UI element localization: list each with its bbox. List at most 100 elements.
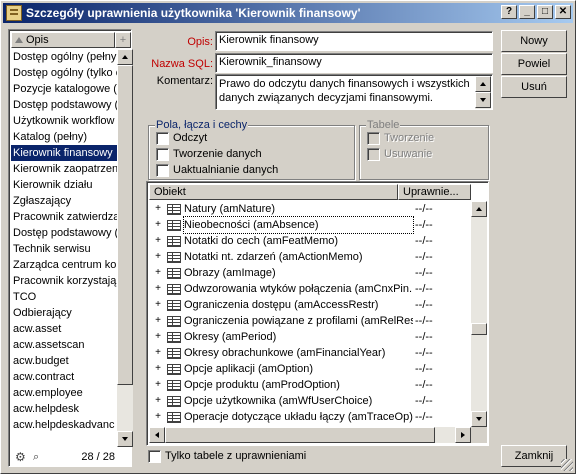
rights-column-header[interactable]: Uprawnie... xyxy=(398,184,471,200)
only-tables-with-rights-checkbox[interactable]: Tylko tabele z uprawnieniami xyxy=(148,449,306,463)
list-item[interactable]: Dostęp podstawowy ( xyxy=(11,225,117,241)
list-item[interactable]: acw.assetscan xyxy=(11,337,117,353)
list-item[interactable]: Dostęp ogólny (pełny xyxy=(11,49,117,65)
expand-icon[interactable]: + xyxy=(149,281,167,297)
list-item[interactable]: Użytkownik workflow xyxy=(11,113,117,129)
maximize-button[interactable]: □ xyxy=(537,5,553,19)
list-item[interactable]: acw.helpdesk xyxy=(11,401,117,417)
expand-icon[interactable]: + xyxy=(149,265,167,281)
tree-row[interactable]: + Okresy (amPeriod) --/-- xyxy=(149,329,471,345)
tree-row-name: Operacje dotyczące układu łączy (amTrace… xyxy=(184,411,413,423)
delete-button[interactable]: Usuń xyxy=(501,76,567,98)
tree-row[interactable]: + Opcje użytkownika (amWfUserChoice) --/-- xyxy=(149,393,471,409)
tree-scroll-down[interactable] xyxy=(471,411,487,427)
expand-icon[interactable]: + xyxy=(149,329,167,345)
description-field[interactable]: Kierownik finansowy xyxy=(215,31,493,51)
tree-scroll-thumb[interactable] xyxy=(471,323,487,335)
tree-rows[interactable]: + Natury (amNature) --/-- + Nieobecności (am… xyxy=(149,201,471,427)
list-item[interactable]: Kierownik finansowy xyxy=(11,145,117,161)
title-bar[interactable]: Szczegóły uprawnienia użytkownika 'Kiero… xyxy=(3,3,573,23)
close-button[interactable]: Zamknij xyxy=(501,445,567,467)
list-item[interactable]: Pracownik korzystają xyxy=(11,273,117,289)
tree-scroll-right[interactable] xyxy=(455,427,471,443)
tree-row[interactable]: + Notatki nt. zdarzeń (amActionMemo) --/-- xyxy=(149,249,471,265)
object-column-header[interactable]: Obiekt xyxy=(149,184,398,200)
tree-row[interactable]: + Okresy obrachunkowe (amFinancialYear) --… xyxy=(149,345,471,361)
tree-row[interactable]: + Operacje dotyczące układu łączy (amTrac… xyxy=(149,409,471,425)
read-checkbox[interactable]: Odczyt xyxy=(156,131,207,145)
scroll-down-button[interactable] xyxy=(117,431,133,447)
tree-scroll-left[interactable] xyxy=(149,427,165,443)
expand-icon[interactable]: + xyxy=(149,409,167,425)
list-item[interactable]: Kierownik działu xyxy=(11,177,117,193)
expand-icon[interactable]: + xyxy=(149,201,167,217)
tree-row[interactable]: + Notatki do cech (amFeatMemo) --/-- xyxy=(149,233,471,249)
list-item[interactable]: Technik serwisu xyxy=(11,241,117,257)
tree-row[interactable]: + Nieobecności (amAbsence) --/-- xyxy=(149,216,471,234)
comment-scroll-up[interactable] xyxy=(475,76,491,92)
list-item[interactable]: acw.employee xyxy=(11,385,117,401)
refresh-icon[interactable]: ⚙ xyxy=(15,451,29,463)
tree-row[interactable]: + Natury (amNature) --/-- xyxy=(149,201,471,217)
table-create-checkbox[interactable]: Tworzenie xyxy=(367,131,434,145)
resize-grip-icon[interactable] xyxy=(561,459,573,471)
expand-icon[interactable]: + xyxy=(149,345,167,361)
tree-scroll-up[interactable] xyxy=(471,201,487,217)
table-delete-checkbox[interactable]: Usuwanie xyxy=(367,147,432,161)
list-vertical-scrollbar[interactable] xyxy=(117,49,133,447)
list-item[interactable]: Zgłaszający xyxy=(11,193,117,209)
search-icon[interactable]: ⌕ xyxy=(33,451,47,463)
tree-row[interactable]: + Obrazy (amImage) --/-- xyxy=(149,265,471,281)
permissions-list[interactable]: Dostęp ogólny (pełny Dostęp ogólny (tylko… xyxy=(11,49,117,447)
table-icon xyxy=(167,379,181,391)
list-item[interactable]: TCO xyxy=(11,289,117,305)
fields-group-title: Pola, łącza i cechy xyxy=(155,119,249,131)
list-item[interactable]: Zarządca centrum ko xyxy=(11,257,117,273)
record-count: 28 / 28 xyxy=(81,451,115,463)
list-item[interactable]: Pozycje katalogowe ( xyxy=(11,81,117,97)
list-item[interactable]: acw.budget xyxy=(11,353,117,369)
expand-icon[interactable]: + xyxy=(149,217,167,233)
minimize-button[interactable]: _ xyxy=(519,5,535,19)
list-item[interactable]: Kierownik zaopatrzen xyxy=(11,161,117,177)
new-button[interactable]: Nowy xyxy=(501,30,567,52)
tree-row[interactable]: + Opcje aplikacji (amOption) --/-- xyxy=(149,361,471,377)
table-icon xyxy=(167,347,181,359)
expand-icon[interactable]: + xyxy=(149,361,167,377)
expand-icon[interactable]: + xyxy=(149,377,167,393)
tree-row[interactable]: + Odwzorowania wtyków połączenia (amCnxPi… xyxy=(149,281,471,297)
list-item[interactable]: Pracownik zatwierdza xyxy=(11,209,117,225)
create-data-checkbox[interactable]: Tworzenie danych xyxy=(156,147,262,161)
list-column-header[interactable]: Opis xyxy=(11,32,115,48)
expand-icon[interactable]: + xyxy=(149,249,167,265)
tree-row[interactable]: + Ograniczenia powiązane z profilami (amR… xyxy=(149,313,471,329)
list-item[interactable]: Dostęp ogólny (tylko c xyxy=(11,65,117,81)
expand-icon[interactable]: + xyxy=(149,297,167,313)
sql-name-field[interactable]: Kierownik_finansowy xyxy=(215,53,493,73)
expand-icon[interactable]: + xyxy=(149,233,167,249)
list-item[interactable]: acw.asset xyxy=(11,321,117,337)
comment-scroll-down[interactable] xyxy=(475,92,491,108)
tree-hscroll-thumb[interactable] xyxy=(165,427,435,443)
tree-horizontal-scrollbar[interactable] xyxy=(149,427,471,443)
close-window-button[interactable]: ✕ xyxy=(555,5,571,19)
tree-row[interactable]: + Opcje produktu (amProdOption) --/-- xyxy=(149,377,471,393)
list-item[interactable]: Dostęp podstawowy ( xyxy=(11,97,117,113)
scroll-up-button[interactable] xyxy=(117,49,133,65)
tree-row-name: Ograniczenia powiązane z profilami (amRe… xyxy=(184,315,413,327)
list-item[interactable]: Odbierający xyxy=(11,305,117,321)
update-data-checkbox[interactable]: Uaktualnianie danych xyxy=(156,163,278,177)
list-item[interactable]: Katalog (pełny) xyxy=(11,129,117,145)
list-item[interactable]: acw.contract xyxy=(11,369,117,385)
tree-row[interactable]: + Ograniczenia dostępu (amAccessRestr) --/… xyxy=(149,297,471,313)
help-button[interactable]: ? xyxy=(501,5,517,19)
list-header-corner-button[interactable]: + xyxy=(115,32,131,48)
expand-icon[interactable]: + xyxy=(149,393,167,409)
list-item[interactable]: acw.helpdeskadvanc xyxy=(11,417,117,433)
duplicate-button[interactable]: Powiel xyxy=(501,53,567,75)
comment-field[interactable]: Prawo do odczytu danych finansowych i ws… xyxy=(215,74,493,110)
scroll-thumb[interactable] xyxy=(117,65,133,385)
comment-scrollbar[interactable] xyxy=(475,76,491,109)
expand-icon[interactable]: + xyxy=(149,313,167,329)
tree-vertical-scrollbar[interactable] xyxy=(471,201,487,427)
